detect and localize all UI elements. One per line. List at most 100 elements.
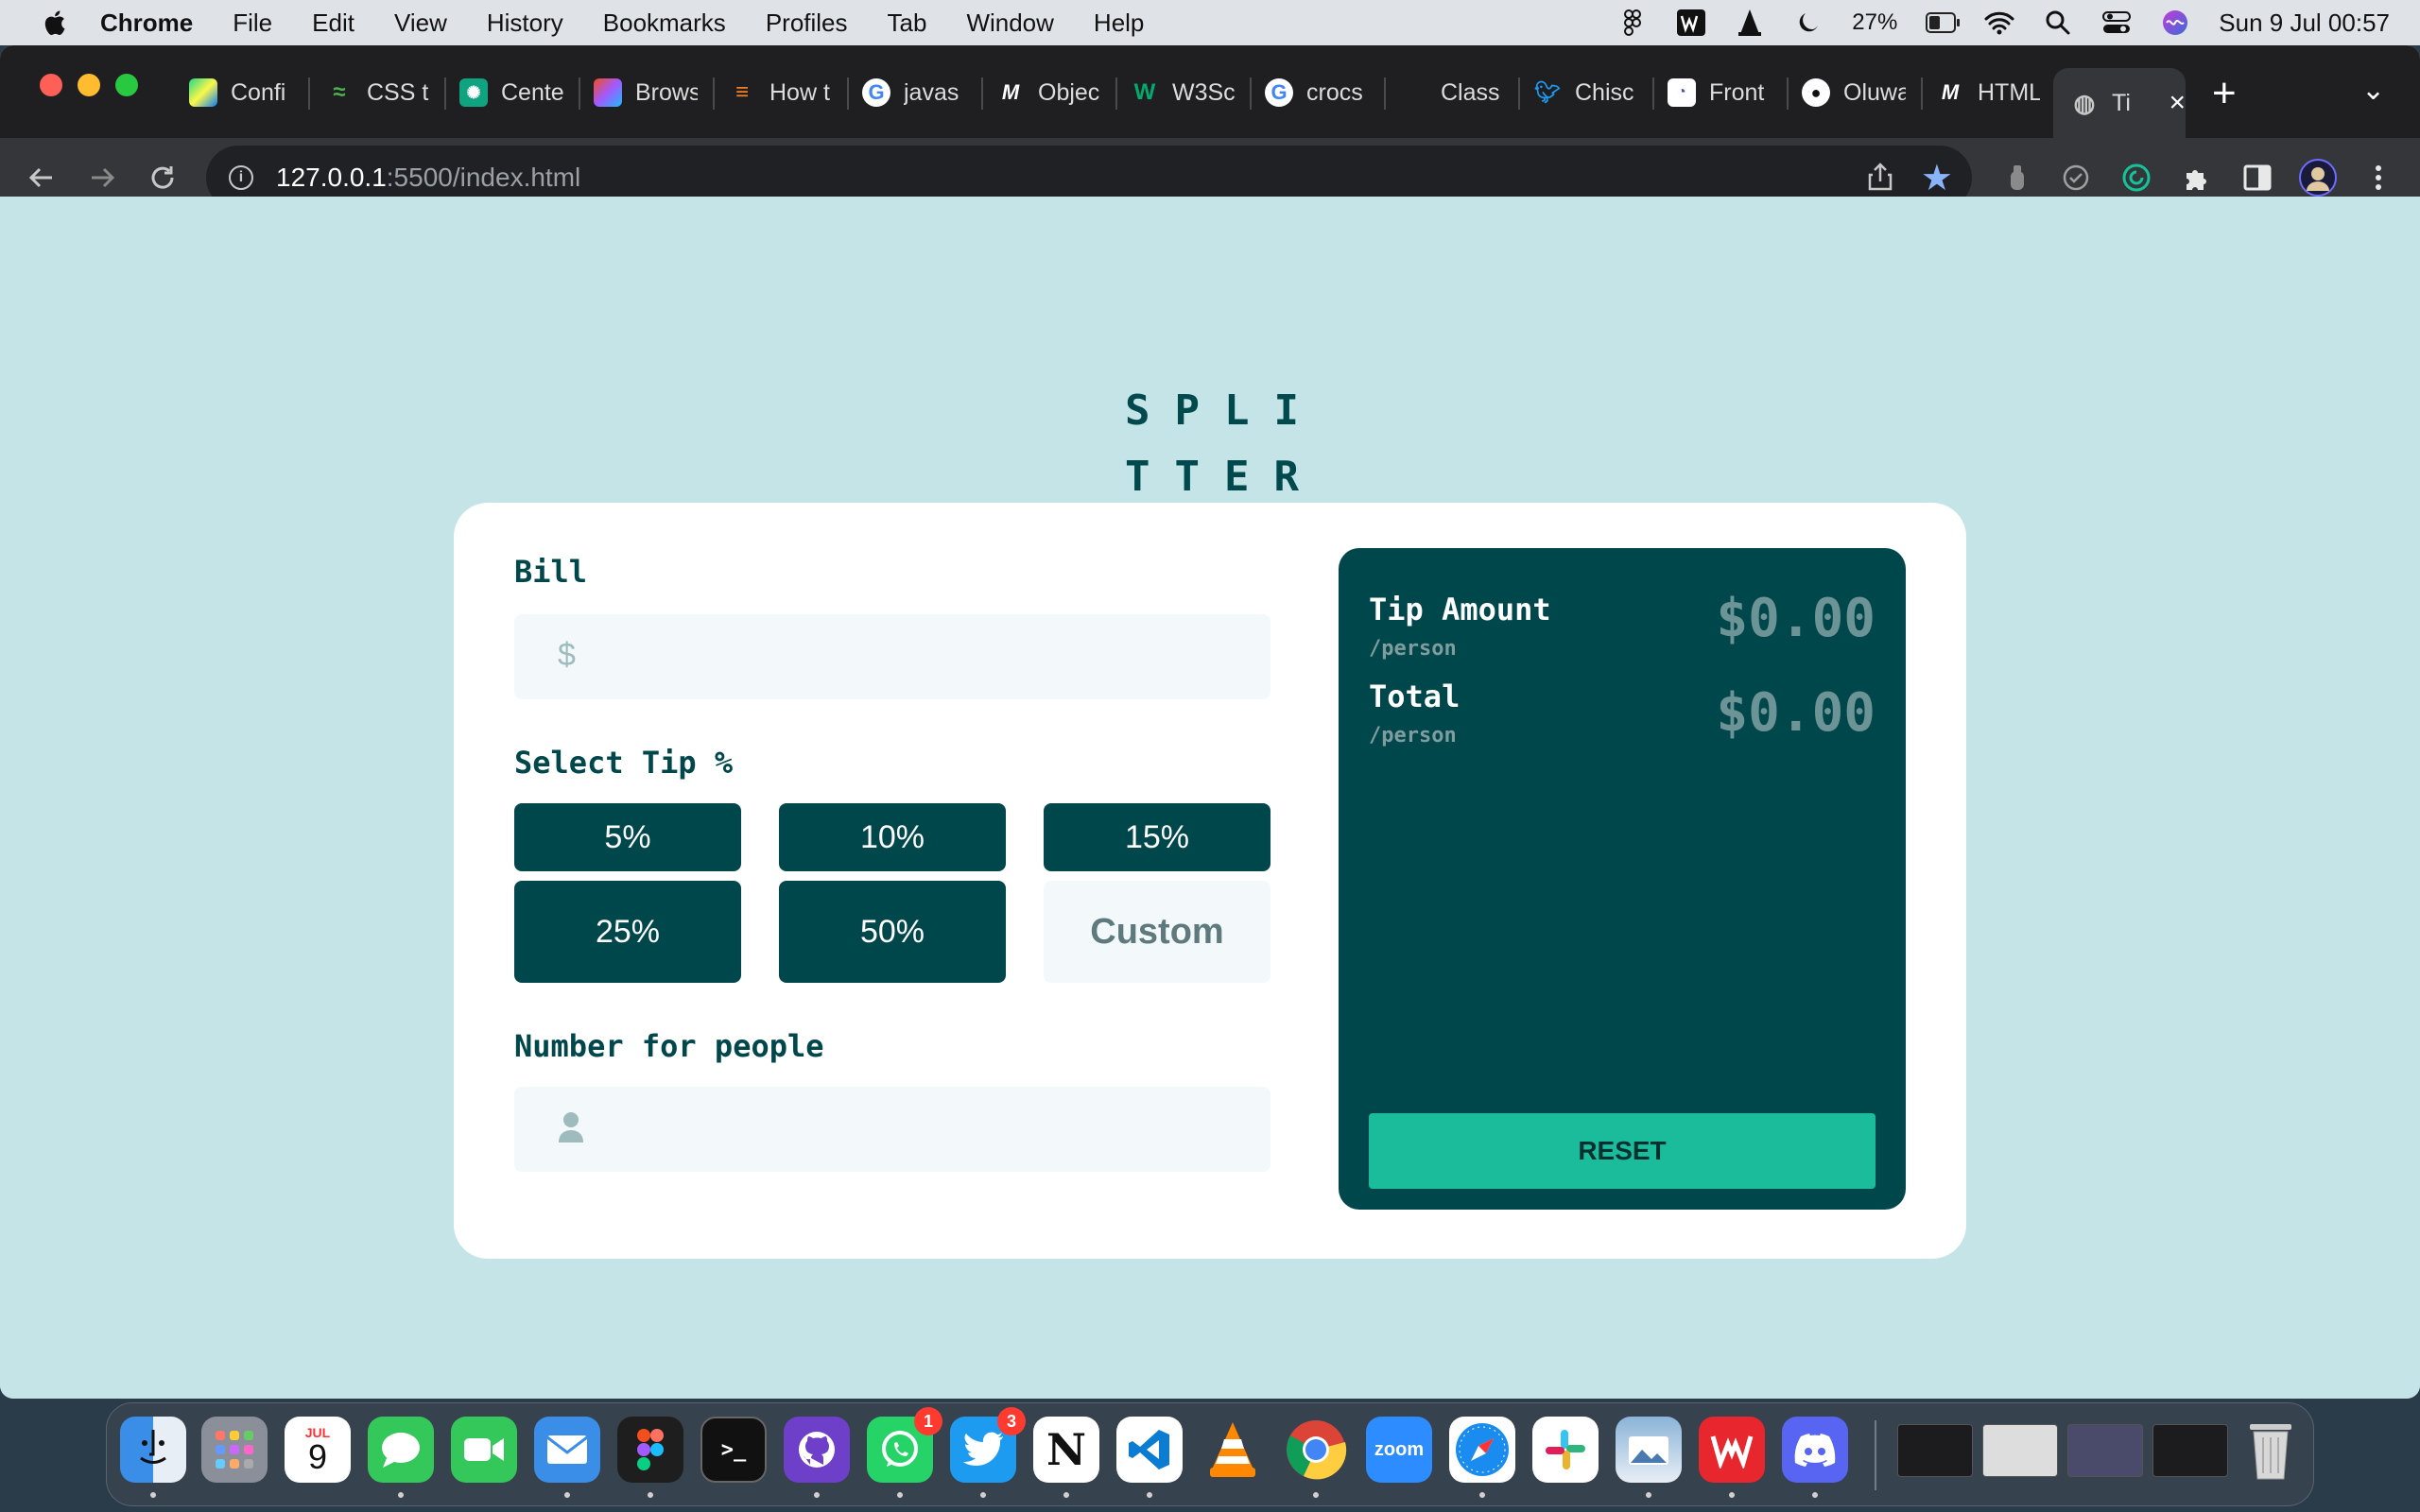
- tab-separator: [1921, 77, 1923, 110]
- siri-icon[interactable]: [2160, 9, 2190, 37]
- minimize-window-button[interactable]: [78, 74, 100, 96]
- tab-mdn-html[interactable]: M HTML: [1936, 68, 2040, 117]
- vlc-icon[interactable]: [1200, 1417, 1266, 1483]
- new-tab-button[interactable]: +: [2212, 70, 2237, 117]
- tab-separator: [444, 77, 446, 110]
- whatsapp-icon[interactable]: 1: [867, 1407, 942, 1483]
- tip-10-button[interactable]: 10%: [779, 803, 1006, 871]
- github-desktop-icon[interactable]: [784, 1417, 850, 1483]
- tab-browser[interactable]: Brows: [594, 68, 698, 117]
- people-input[interactable]: [514, 1087, 1270, 1172]
- tab-pycharm[interactable]: Confi: [189, 68, 293, 117]
- twitter-badge: 3: [997, 1407, 1026, 1435]
- mail-icon[interactable]: [534, 1417, 600, 1483]
- preview-icon[interactable]: [1616, 1417, 1682, 1483]
- notion-icon[interactable]: N: [1033, 1417, 1099, 1483]
- messages-icon[interactable]: [368, 1417, 434, 1483]
- chrome-menu-icon[interactable]: [2358, 157, 2399, 198]
- minimized-window-thumbnail[interactable]: [1897, 1424, 1973, 1477]
- tab-google-crocs[interactable]: G crocs: [1265, 68, 1369, 117]
- tab-frontend-mentor[interactable]: ◔ Front: [1668, 68, 1772, 117]
- terminal-icon[interactable]: >_: [700, 1417, 767, 1483]
- custom-tip-input[interactable]: Custom: [1044, 881, 1270, 983]
- finder-icon[interactable]: [120, 1417, 186, 1483]
- safari-icon[interactable]: [1449, 1417, 1515, 1483]
- reload-icon[interactable]: [144, 159, 182, 197]
- tab-active[interactable]: ◍ Ti ×: [2053, 68, 2186, 138]
- stackoverflow-icon: ≡: [735, 79, 749, 105]
- tab-css-tricks[interactable]: ≈ CSS t: [325, 68, 429, 117]
- extensions-puzzle-icon[interactable]: [2176, 157, 2218, 198]
- figma-menu-icon[interactable]: [1617, 9, 1648, 37]
- minimized-window-thumbnail[interactable]: [2152, 1424, 2228, 1477]
- select-tip-label: Select Tip %: [514, 745, 734, 781]
- menu-edit[interactable]: Edit: [312, 9, 354, 38]
- menu-clock[interactable]: Sun 9 Jul 00:57: [2219, 9, 2390, 38]
- extension-grammarly-icon[interactable]: [2116, 157, 2157, 198]
- profile-avatar-icon[interactable]: [2297, 157, 2339, 198]
- blank-icon: [1399, 78, 1427, 107]
- minimized-window-thumbnail[interactable]: [1982, 1424, 2058, 1477]
- wps-office-icon[interactable]: [1699, 1417, 1765, 1483]
- tip-25-button[interactable]: 25%: [514, 881, 741, 983]
- tip-50-button[interactable]: 50%: [779, 881, 1006, 983]
- close-tab-icon[interactable]: ×: [2169, 87, 2186, 119]
- extension-bottle-icon[interactable]: [1996, 157, 2038, 198]
- slack-icon[interactable]: [1532, 1417, 1599, 1483]
- chrome-icon[interactable]: [1283, 1417, 1349, 1483]
- tip-15-button[interactable]: 15%: [1044, 803, 1270, 871]
- reset-button[interactable]: RESET: [1369, 1113, 1876, 1189]
- menu-file[interactable]: File: [233, 9, 272, 38]
- tab-github[interactable]: ● Oluwa: [1802, 68, 1906, 117]
- trash-icon[interactable]: [2238, 1417, 2304, 1483]
- menu-window[interactable]: Window: [966, 9, 1053, 38]
- vscode-icon[interactable]: [1116, 1417, 1183, 1483]
- total-label: Total: [1369, 679, 1461, 714]
- battery-icon[interactable]: [1926, 9, 1961, 37]
- twitter-app-icon[interactable]: 3: [950, 1407, 1026, 1483]
- menu-bookmarks[interactable]: Bookmarks: [603, 9, 726, 38]
- tip-5-button[interactable]: 5%: [514, 803, 741, 871]
- bookmark-star-icon[interactable]: ★: [1921, 157, 1953, 199]
- menu-history[interactable]: History: [487, 9, 563, 38]
- back-arrow-icon[interactable]: [23, 159, 60, 197]
- calendar-icon[interactable]: JUL 9: [285, 1417, 351, 1483]
- site-info-icon[interactable]: i: [229, 165, 253, 190]
- menu-profiles[interactable]: Profiles: [766, 9, 848, 38]
- wifi-icon[interactable]: [1984, 9, 2014, 37]
- control-center-icon[interactable]: [2101, 9, 2132, 37]
- side-panel-icon[interactable]: [2237, 157, 2278, 198]
- spotlight-search-icon[interactable]: [2043, 9, 2073, 37]
- tab-search-chevron-icon[interactable]: ⌄: [2361, 74, 2385, 107]
- share-icon[interactable]: [1868, 163, 1893, 198]
- forward-arrow-icon[interactable]: [83, 159, 121, 197]
- discord-icon[interactable]: [1782, 1417, 1848, 1483]
- running-indicator: [564, 1492, 570, 1498]
- bill-input[interactable]: [514, 614, 1270, 699]
- tab-google-javascript[interactable]: G javas: [862, 68, 966, 117]
- wps-menu-icon[interactable]: [1676, 9, 1706, 37]
- tab-stackoverflow[interactable]: ≡ How t: [728, 68, 832, 117]
- tab-mdn-object[interactable]: M Objec: [996, 68, 1100, 117]
- tab-w3schools[interactable]: W W3Sc: [1131, 68, 1235, 117]
- menu-app-name[interactable]: Chrome: [100, 9, 193, 38]
- zoom-icon[interactable]: zoom: [1366, 1417, 1432, 1483]
- do-not-disturb-icon[interactable]: [1793, 9, 1824, 37]
- vlc-menu-icon[interactable]: [1735, 9, 1765, 37]
- facetime-icon[interactable]: [451, 1417, 517, 1483]
- launchpad-icon[interactable]: [201, 1417, 268, 1483]
- menu-tab[interactable]: Tab: [888, 9, 927, 38]
- tab-chatgpt[interactable]: ✺ Cente: [459, 68, 563, 117]
- tab-class[interactable]: Class: [1399, 68, 1503, 117]
- tab-twitter[interactable]: 🐦︎ Chisc: [1533, 68, 1637, 117]
- bill-input-wrapper: $: [514, 614, 1270, 699]
- close-window-button[interactable]: [40, 74, 62, 96]
- extension-check-icon[interactable]: [2055, 157, 2097, 198]
- figma-app-icon[interactable]: [617, 1417, 683, 1483]
- menu-help[interactable]: Help: [1094, 9, 1144, 38]
- minimized-window-thumbnail[interactable]: [2067, 1424, 2143, 1477]
- apple-menu-icon[interactable]: [42, 9, 66, 37]
- zoom-window-button[interactable]: [115, 74, 138, 96]
- menu-view[interactable]: View: [394, 9, 447, 38]
- w3schools-icon: W: [1133, 79, 1156, 105]
